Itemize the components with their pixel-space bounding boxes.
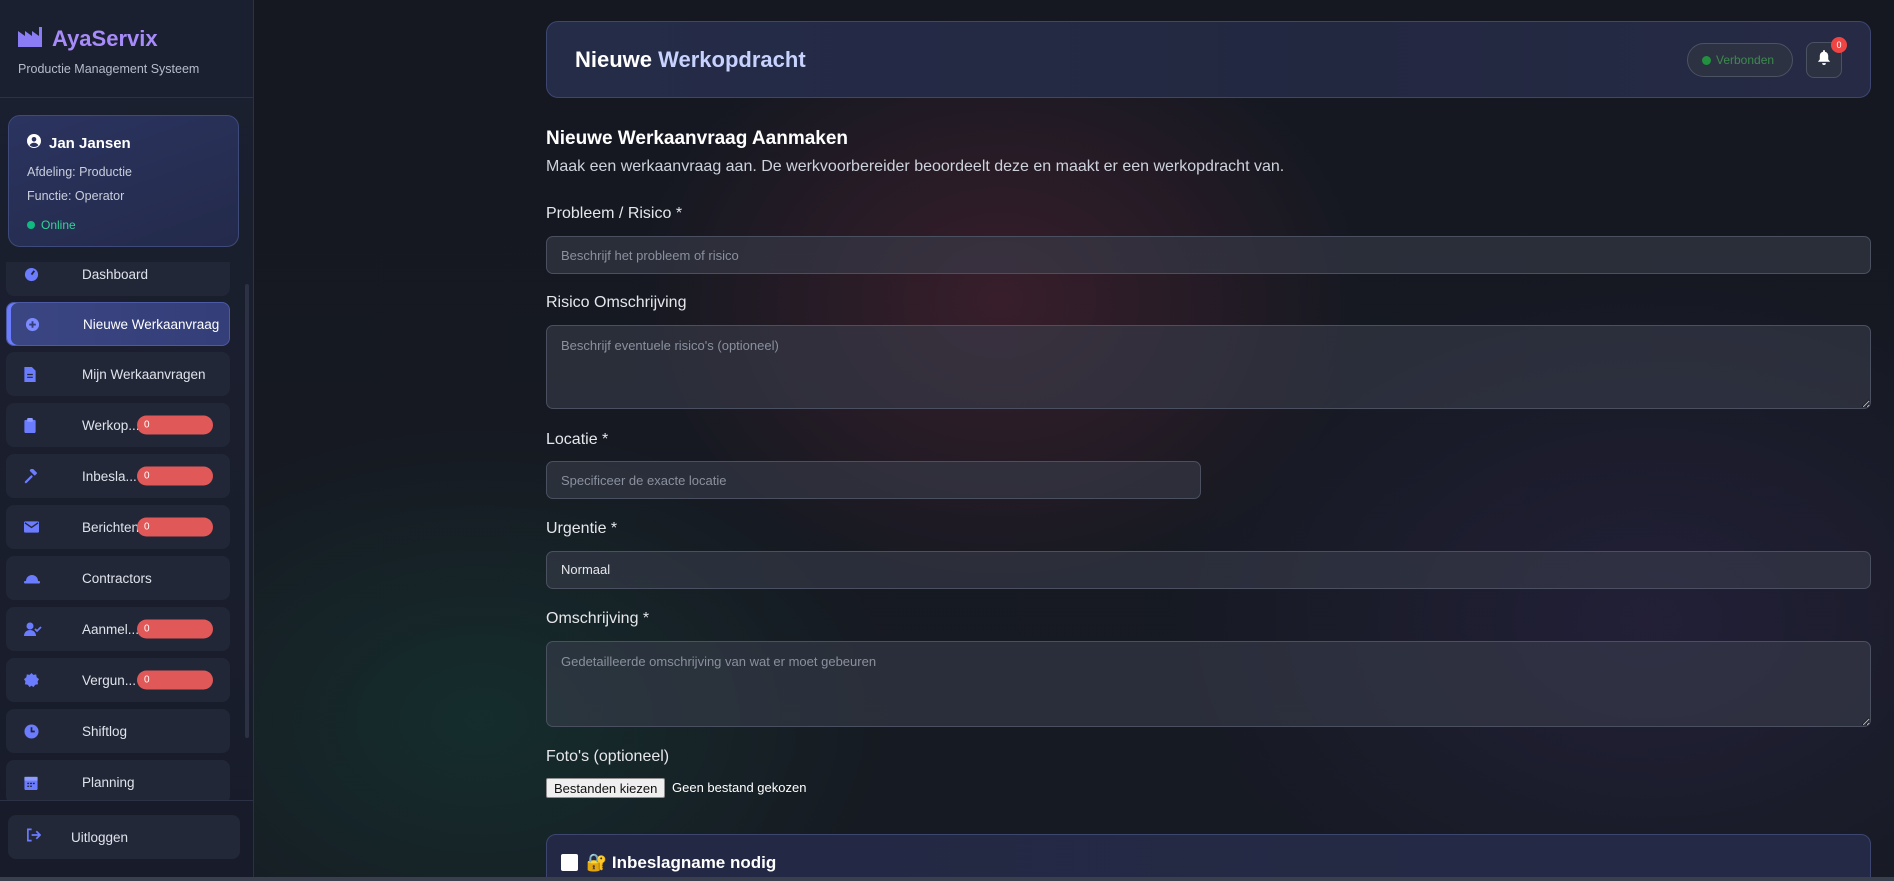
sidebar-item-label: Nieuwe Werkaanvraag: [83, 316, 220, 332]
bell-icon: [1817, 50, 1831, 70]
hard-hat-icon: [24, 572, 52, 584]
calendar-icon: [24, 775, 52, 790]
status-text: Online: [41, 218, 76, 232]
problem-label: Probleem / Risico *: [546, 205, 683, 222]
sidebar-item-vergunningen[interactable]: Vergun... 0: [6, 658, 230, 702]
count-badge: 0: [137, 517, 213, 537]
location-input[interactable]: [546, 461, 1201, 499]
connection-text: Verbonden: [1716, 53, 1775, 67]
form-subtitle: Maak een werkaanvraag aan. De werkvoorbe…: [546, 158, 1285, 175]
logout-label: Uitloggen: [71, 829, 129, 845]
photos-label: Foto's (optioneel): [546, 748, 670, 765]
user-name: Jan Jansen: [49, 135, 131, 152]
brand-subtitle: Productie Management Systeem: [18, 62, 200, 76]
choose-files-button[interactable]: Bestanden kiezen: [546, 778, 666, 798]
page-background: [0, 0, 1894, 881]
description-label: Omschrijving *: [546, 610, 650, 627]
status-badge: Online: [27, 218, 220, 232]
sidebar-item-planning[interactable]: Planning: [6, 760, 230, 800]
sidebar-item-label: Contractors: [82, 570, 152, 586]
sidebar-item-inbeslagnames[interactable]: Inbesla... 0: [6, 454, 230, 498]
user-circle-icon: [27, 134, 41, 153]
logout-button[interactable]: Uitloggen: [8, 815, 240, 859]
seizure-checkbox[interactable]: [561, 854, 578, 871]
sidebar-item-label: Mijn Werkaanvragen: [82, 366, 206, 382]
document-icon: [24, 366, 52, 382]
count-badge: 0: [137, 415, 213, 435]
risk-label: Risico Omschrijving: [546, 294, 687, 311]
sidebar-item-label: Planning: [82, 774, 135, 790]
clipboard-icon: [24, 417, 52, 433]
description-textarea[interactable]: [546, 641, 1871, 727]
gavel-icon: [24, 468, 52, 484]
sidebar-item-werkopdrachten[interactable]: Werkop... 0: [6, 403, 230, 447]
count-badge: 0: [137, 670, 213, 690]
notification-count-badge: 0: [1831, 37, 1847, 53]
sidebar-item-berichten[interactable]: Berichten 0: [6, 505, 230, 549]
user-card: Jan Jansen Afdeling: Productie Functie: …: [8, 115, 239, 247]
user-check-icon: [24, 622, 52, 636]
plus-circle-icon: [25, 317, 53, 332]
window-bottom-edge: [0, 877, 1894, 881]
sidebar-item-label: Inbesla...: [82, 468, 137, 484]
sidebar-item-mijn-werkaanvragen[interactable]: Mijn Werkaanvragen: [6, 352, 230, 396]
urgency-label: Urgentie *: [546, 520, 618, 537]
sidebar-item-label: Aanmel...: [82, 621, 140, 637]
sidebar-item-contractors[interactable]: Contractors: [6, 556, 230, 600]
sidebar-item-aanmeldingen[interactable]: Aanmel... 0: [6, 607, 230, 651]
risk-textarea[interactable]: [546, 325, 1871, 409]
seizure-section: 🔐 Inbeslagname nodig: [546, 834, 1871, 881]
sidebar-item-dashboard[interactable]: Dashboard: [6, 262, 230, 296]
location-label: Locatie *: [546, 431, 609, 448]
count-badge: 0: [137, 619, 213, 639]
sidebar-scrollbar[interactable]: [245, 284, 249, 738]
form-title: Nieuwe Werkaanvraag Aanmaken: [546, 128, 849, 149]
divider: [0, 800, 254, 801]
dashboard-gauge-icon: [24, 267, 52, 282]
page-title-part2: Werkopdracht: [658, 46, 806, 72]
page-header: Nieuwe Werkopdracht Verbonden 0: [546, 21, 1871, 98]
connection-dot-icon: [1702, 55, 1711, 65]
sidebar-item-label: Vergun...: [82, 672, 137, 688]
clock-icon: [24, 723, 52, 739]
urgency-selected-value: Normaal: [561, 562, 611, 577]
sidebar: AyaServix Productie Management Systeem J…: [0, 0, 254, 881]
page-title-part1: Nieuwe: [575, 46, 659, 72]
factory-icon: [18, 26, 42, 52]
envelope-icon: [24, 521, 52, 533]
sign-out-icon: [26, 828, 42, 847]
no-file-text: Geen bestand gekozen: [672, 780, 807, 795]
notifications-button[interactable]: 0: [1806, 37, 1847, 78]
sidebar-nav: Dashboard Nieuwe Werkaanvraag Mijn Werka…: [6, 262, 230, 800]
urgency-select[interactable]: Normaal: [546, 551, 1871, 589]
user-department: Afdeling: Productie: [27, 165, 132, 179]
sidebar-item-label: Berichten: [82, 519, 140, 535]
sidebar-item-nieuwe-werkaanvraag[interactable]: Nieuwe Werkaanvraag: [6, 302, 230, 346]
sidebar-item-label: Shiftlog: [82, 723, 128, 739]
user-role: Functie: Operator: [27, 189, 125, 203]
connection-status: Verbonden: [1687, 43, 1793, 77]
problem-input[interactable]: [546, 236, 1871, 274]
brand-title: AyaServix: [52, 26, 158, 51]
count-badge: 0: [137, 466, 213, 486]
sidebar-item-shiftlog[interactable]: Shiftlog: [6, 709, 230, 753]
page-title: Nieuwe Werkopdracht: [575, 47, 806, 73]
online-dot-icon: [27, 221, 35, 229]
seizure-label: 🔐 Inbeslagname nodig: [586, 853, 777, 872]
certificate-icon: [24, 672, 52, 688]
sidebar-item-label: Dashboard: [82, 266, 149, 282]
brand: AyaServix Productie Management Systeem: [0, 0, 253, 98]
sidebar-item-label: Werkop...: [82, 417, 140, 433]
